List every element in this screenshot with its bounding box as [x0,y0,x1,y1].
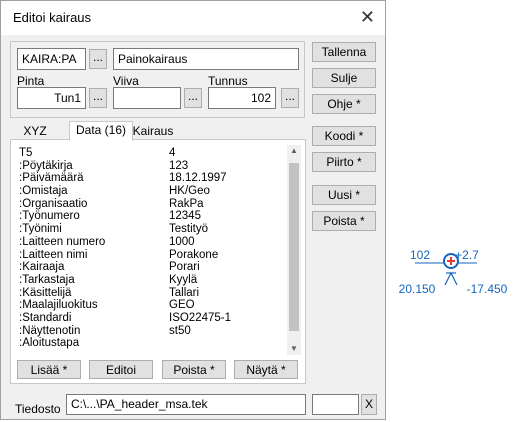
list-item[interactable]: T5 4 [19,147,289,160]
drill-tip-icon [444,271,458,286]
list-item-value: 18.12.1997 [169,172,227,185]
list-item[interactable]: :Tarkastaja Kyylä [19,274,289,287]
list-item-key: :Omistaja [19,185,68,198]
list-item[interactable]: :Kairaaja Porari [19,261,289,274]
list-item[interactable]: :Laitteen numero 1000 [19,236,289,249]
draw-button[interactable]: Piirto * [312,152,376,172]
save-button[interactable]: Tallenna [312,42,376,62]
list-item[interactable]: :Työnumero 12345 [19,210,289,223]
close-icon[interactable]: ✕ [360,6,375,28]
list-item[interactable]: :Laitteen nimi Porakone [19,249,289,262]
list-item[interactable]: :Omistaja HK/Geo [19,185,289,198]
left-value-label: 20.150 [399,282,436,296]
delete-row-button[interactable]: Poista * [162,360,226,379]
vertical-scrollbar[interactable]: ▲ ▼ [287,145,301,355]
list-item-key: :Työnumero [19,210,80,223]
tab-data[interactable]: Data (16) [69,121,133,141]
window-title: Editoi kairaus [13,10,92,25]
tunnus-field[interactable]: 102 [208,87,276,109]
right-value-label: -17.450 [467,282,508,296]
file-label: Tiedosto [15,402,61,416]
list-item-value: 1000 [169,235,195,248]
list-item-value: Testityö [169,223,208,236]
drilling-point-symbol[interactable]: 102 +2.7 20.150 -17.450 [395,240,525,300]
list-item-key: :Kairaaja [19,261,65,274]
list-item-value: Kyylä [169,273,198,286]
list-item-value: RakPa [169,197,204,210]
clear-file-button[interactable]: X [361,394,377,415]
edit-button[interactable]: Editoi [89,360,153,379]
list-item[interactable]: :Aloitustapa [19,337,289,350]
list-item[interactable]: :Pöytäkirja 123 [19,160,289,173]
list-item-key: :Standardi [19,311,72,324]
list-item-value: Porari [169,261,200,274]
new-button[interactable]: Uusi * [312,185,376,205]
delete-button[interactable]: Poista * [312,211,376,231]
scroll-thumb[interactable] [289,163,299,331]
viiva-label: Viiva [113,74,139,88]
add-button[interactable]: Lisää * [17,360,81,379]
list-item-value: Tallari [169,286,200,299]
close-button[interactable]: Sulje [312,68,376,88]
code-description-field[interactable]: Painokairaus [113,48,299,70]
scroll-up-icon[interactable]: ▲ [287,145,301,157]
pinta-browse-button[interactable]: ... [89,88,107,108]
data-tab-panel: T5 4:Pöytäkirja 123:Päivämäärä 18.12.1997:O… [10,139,306,384]
list-item[interactable]: :Työnimi Testityö [19,223,289,236]
tunnus-label: Tunnus [208,74,248,88]
list-item-value: Porakone [169,248,219,261]
list-item-key: :Käsittelijä [19,286,72,299]
point-id-label: 102 [410,248,430,262]
edit-drilling-dialog: Editoi kairaus ✕ KAIRA:PA ... Painokaira… [0,0,386,420]
show-button[interactable]: Näytä * [234,360,298,379]
code-browse-button[interactable]: ... [89,49,107,69]
list-item-key: :Työnimi [19,223,62,236]
list-item-key: :Päivämäärä [19,172,84,185]
list-item[interactable]: :Näyttenotin st50 [19,325,289,338]
list-item[interactable]: :Maalajiluokitus GEO [19,299,289,312]
code-field[interactable]: KAIRA:PA [17,48,86,70]
list-item-key: :Tarkastaja [19,273,75,286]
list-item[interactable]: :Organisaatio RakPa [19,198,289,211]
list-item-key: :Laitteen nimi [19,248,88,261]
list-item-key: T5 [19,147,33,159]
viiva-field[interactable] [113,87,181,109]
list-item-value: 12345 [169,210,201,223]
tunnus-browse-button[interactable]: ... [281,88,299,108]
list-item-value: HK/Geo [169,185,210,198]
viiva-browse-button[interactable]: ... [184,88,202,108]
list-item-key: :Laitteen numero [19,235,106,248]
list-item-value: st50 [169,324,191,337]
pinta-label: Pinta [17,74,45,88]
list-item[interactable]: :Standardi ISO22475-1 [19,312,289,325]
list-item-value: 123 [169,159,189,172]
list-item-key: :Näyttenotin [19,324,81,337]
scroll-down-icon[interactable]: ▼ [287,343,301,355]
pinta-field[interactable]: Tun1 [17,87,86,109]
list-item-key: :Organisaatio [19,197,88,210]
list-item[interactable]: :Käsittelijä Tallari [19,287,289,300]
title-bar: Editoi kairaus ✕ [1,1,385,35]
file-path-field[interactable]: C:\...\PA_header_msa.tek [66,394,306,415]
data-list[interactable]: T5 4:Pöytäkirja 123:Päivämäärä 18.12.1997:O… [19,147,289,355]
help-button[interactable]: Ohje * [312,94,376,114]
list-item[interactable]: :Päivämäärä 18.12.1997 [19,172,289,185]
file-extra-field[interactable] [312,394,359,415]
list-item-key: :Pöytäkirja [19,159,73,172]
code-button[interactable]: Koodi * [312,126,376,146]
list-item-key: :Maalajiluokitus [19,299,98,312]
list-item-value: ISO22475-1 [169,311,232,324]
list-item-value: 4 [169,147,176,159]
list-item-value: GEO [169,299,195,312]
list-item-key: :Aloitustapa [19,337,80,350]
